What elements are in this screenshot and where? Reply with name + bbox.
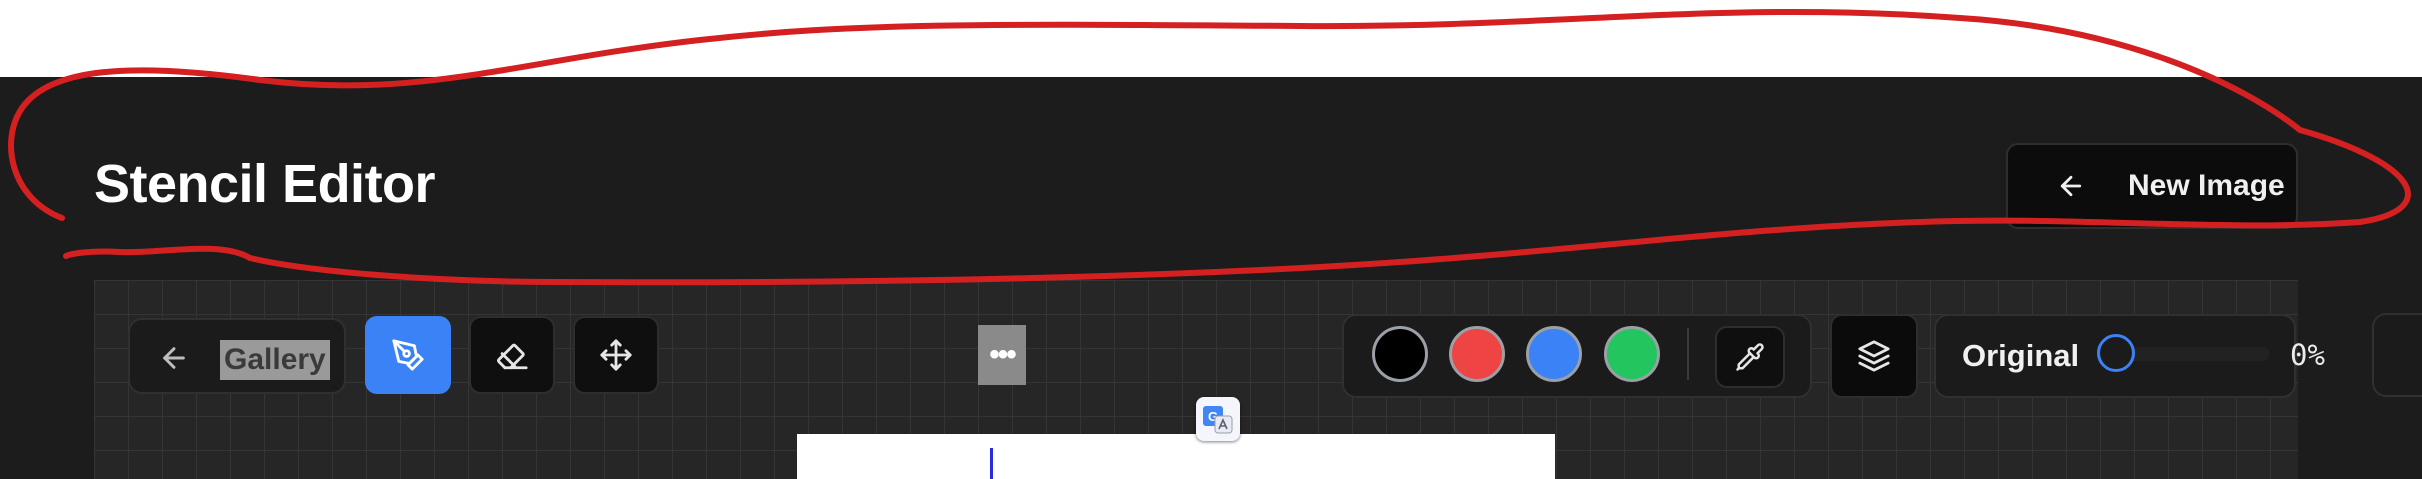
eyedropper-icon (1736, 343, 1764, 371)
new-image-label: New Image (2128, 169, 2285, 202)
mode-label: Original (1962, 338, 2080, 373)
arrow-left-icon (2060, 175, 2082, 197)
color-swatch-blue[interactable] (1526, 326, 1582, 382)
move-arrows-icon (600, 339, 632, 371)
translate-icon[interactable]: G (1196, 397, 1240, 441)
color-swatch-black[interactable] (1372, 326, 1428, 382)
opacity-value: 0% (2290, 338, 2325, 372)
opacity-slider-thumb[interactable] (2097, 334, 2135, 372)
toolbar-overflow-edge (2372, 313, 2422, 397)
more-label: ••• (989, 338, 1016, 371)
drawing-canvas[interactable] (797, 434, 1555, 479)
pen-tool-button[interactable] (365, 316, 451, 394)
layers-icon (1858, 340, 1890, 372)
pen-nib-icon (392, 339, 424, 371)
arrow-left-icon (163, 347, 185, 369)
more-options-handle[interactable]: ••• (978, 325, 1026, 385)
eraser-tool-button[interactable] (469, 316, 555, 394)
new-image-button[interactable]: New Image (2006, 143, 2298, 229)
google-translate-icon: G (1203, 406, 1233, 434)
eyedropper-button[interactable] (1715, 326, 1785, 388)
move-tool-button[interactable] (573, 316, 659, 394)
palette-divider (1687, 328, 1689, 380)
gallery-button[interactable]: Gallery (128, 318, 346, 394)
opacity-slider-track[interactable] (2120, 347, 2270, 361)
page-title: Stencil Editor (94, 154, 436, 214)
layers-button[interactable] (1830, 314, 1918, 398)
color-swatch-red[interactable] (1449, 326, 1505, 382)
color-swatch-green[interactable] (1604, 326, 1660, 382)
gallery-label: Gallery (220, 340, 330, 380)
drawn-stroke (990, 448, 993, 479)
eraser-icon (497, 343, 528, 370)
